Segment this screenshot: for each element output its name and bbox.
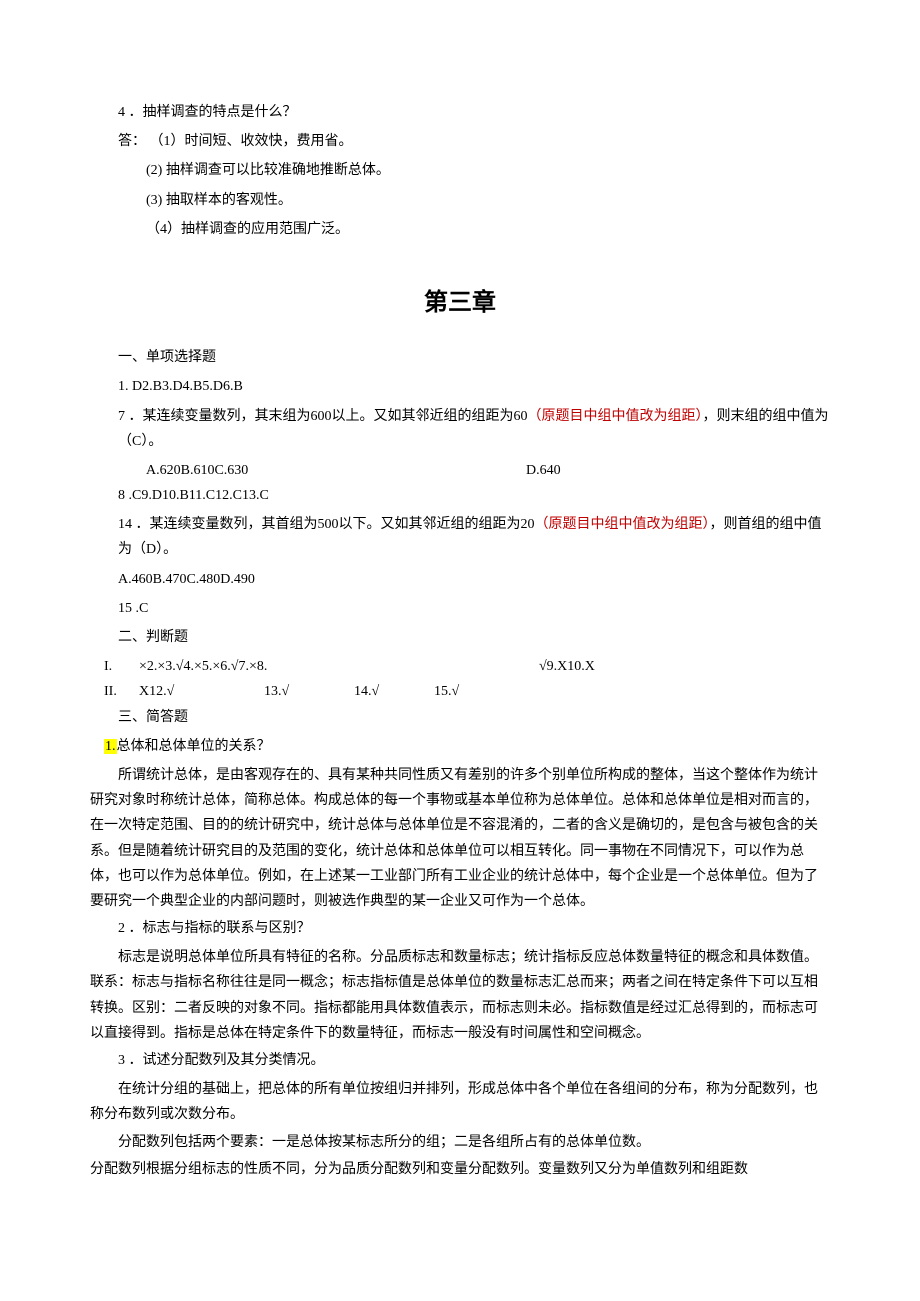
q7-option-d: D.640 xyxy=(526,458,561,483)
section3-heading: 三、简答题 xyxy=(90,705,830,730)
q4-line: 4 ．抽样调查的特点是什么？ xyxy=(90,100,830,125)
q4-answer2: (2) 抽样调查可以比较准确地推断总体。 xyxy=(90,158,830,183)
section2-heading: 二、判断题 xyxy=(90,625,830,650)
q7-text: 7 ．某连续变量数列，其末组为600以上。又如其邻近组的组距为60（原题目中组中… xyxy=(90,404,830,454)
q1-highlight: 1. xyxy=(104,739,117,754)
judge-2-c: 14.√ xyxy=(354,679,434,704)
q14-options: A.460B.470C.480D.490 xyxy=(90,567,830,592)
q7-red-note: （原题目中组中值改为组距） xyxy=(528,409,703,424)
document-page: 4 ．抽样调查的特点是什么？ 答： （1）时间短、收效快，费用省。 (2) 抽样… xyxy=(0,0,920,1301)
essay-q2-body: 标志是说明总体单位所具有特征的名称。分品质标志和数量标志；统计指标反应总体数量特… xyxy=(90,945,830,1046)
essay-q3-title: 3 ．试述分配数列及其分类情况。 xyxy=(90,1048,830,1073)
essay-q3-p1: 在统计分组的基础上，把总体的所有单位按组归并排列，形成总体中各个单位在各组间的分… xyxy=(90,1077,830,1127)
q7-part-a: ．某连续变量数列，其末组为600以上。又如其邻近组的组距为60 xyxy=(129,409,528,424)
q3-title-text: ．试述分配数列及其分类情况。 xyxy=(129,1053,325,1068)
essay-q3-p3: 分配数列根据分组标志的性质不同，分为品质分配数列和变量分配数列。变量数列又分为单… xyxy=(90,1157,830,1182)
essay-q2-title: 2 ．标志与指标的联系与区别？ xyxy=(90,916,830,941)
judge-2-b: 13.√ xyxy=(264,679,354,704)
essay-q3-p2: 分配数列包括两个要素：一是总体按某标志所分的组；二是各组所占有的总体单位数。 xyxy=(90,1130,830,1155)
judge-1-a: ×2.×3.√4.×5.×6.√7.×8. xyxy=(139,654,539,679)
q7-options: A.620B.610C.630 D.640 xyxy=(90,458,830,483)
judge-label-1: I. xyxy=(90,654,139,679)
section1-line8: 8 .C9.D10.B11.C12.C13.C xyxy=(90,483,830,508)
q7-options-abc: A.620B.610C.630 xyxy=(90,458,526,483)
judge-label-2: II. xyxy=(90,679,139,704)
q14-red-note: （原题目中组中值改为组距） xyxy=(535,517,710,532)
judge-2-d: 15.√ xyxy=(434,679,459,704)
judge-1-b: √9.X10.X xyxy=(539,654,595,679)
q4-answer1: 答： （1）时间短、收效快，费用省。 xyxy=(90,129,830,154)
answer-text: （1）时间短、收效快，费用省。 xyxy=(150,134,353,149)
section1-line1: 1. D2.B3.D4.B5.D6.B xyxy=(90,374,830,399)
q4-answer4: （4）抽样调查的应用范围广泛。 xyxy=(90,217,830,242)
essay-q1-title: 1.总体和总体单位的关系？ xyxy=(90,734,830,759)
q4-number: 4 xyxy=(118,105,125,120)
q4-title: ．抽样调查的特点是什么？ xyxy=(129,105,297,120)
q7-number: 7 xyxy=(118,409,125,424)
q2-number: 2 xyxy=(118,921,125,936)
q3-number: 3 xyxy=(118,1053,125,1068)
judge-row-1: I. ×2.×3.√4.×5.×6.√7.×8. √9.X10.X xyxy=(90,654,830,679)
q1-title-text: 总体和总体单位的关系？ xyxy=(117,739,271,754)
chapter-title: 第三章 xyxy=(90,282,830,325)
q2-title-text: ．标志与指标的联系与区别？ xyxy=(129,921,311,936)
judge-row-2: II. X12.√ 13.√ 14.√ 15.√ xyxy=(90,679,830,704)
q4-answer3: (3) 抽取样本的客观性。 xyxy=(90,188,830,213)
judge-2-a: X12.√ xyxy=(139,679,264,704)
essay-q1-body: 所谓统计总体，是由客观存在的、具有某种共同性质又有差别的许多个别单位所构成的整体… xyxy=(90,763,830,914)
q14-text: 14 ．某连续变量数列，其首组为500以下。又如其邻近组的组距为20（原题目中组… xyxy=(90,512,830,562)
q14-number: 14 xyxy=(118,517,132,532)
q14-part-a: ．某连续变量数列，其首组为500以下。又如其邻近组的组距为20 xyxy=(136,517,535,532)
section1-line15: 15 .C xyxy=(90,596,830,621)
section1-heading: 一、单项选择题 xyxy=(90,345,830,370)
answer-prefix: 答： xyxy=(118,134,146,149)
